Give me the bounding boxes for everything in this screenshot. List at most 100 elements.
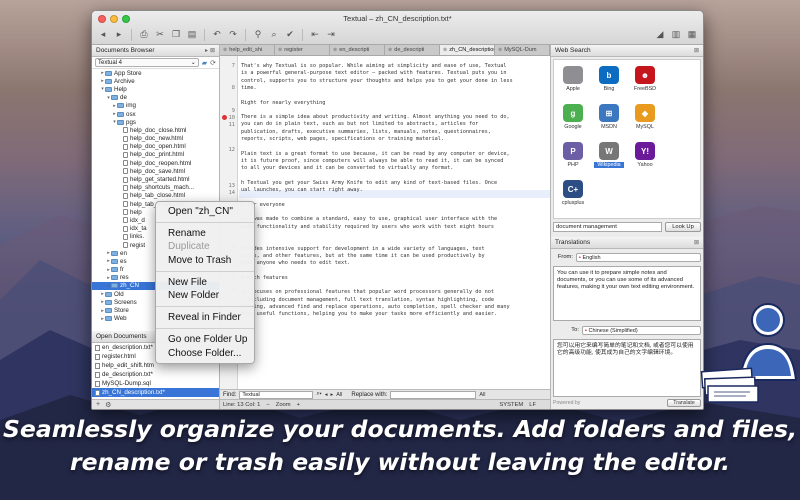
search-engine-google[interactable]: g Google xyxy=(558,104,588,130)
web-search-input[interactable]: document management xyxy=(553,222,662,232)
find-input[interactable]: Textual xyxy=(239,390,314,399)
search-engine-cplusplus[interactable]: C+ cplusplus xyxy=(558,180,588,206)
tree-file[interactable]: help_doc_reopen.html xyxy=(92,159,219,167)
search-engine-php[interactable]: P PHP xyxy=(558,142,588,168)
tree-item-label: osx xyxy=(126,110,136,118)
search-engine-yahoo[interactable]: Y! Yahoo xyxy=(630,142,660,168)
document-tab[interactable]: ⊗ de_descripti xyxy=(385,45,440,55)
close-pane-icon[interactable]: ⊠ xyxy=(694,239,699,246)
replace-input[interactable] xyxy=(390,390,477,399)
translate-button[interactable]: Translate xyxy=(667,398,701,407)
close-tab-icon[interactable]: ⊗ xyxy=(223,47,227,53)
tree-folder[interactable]: ▸ img xyxy=(92,102,219,110)
layout-icon[interactable]: ▥ xyxy=(669,28,683,41)
link-icon[interactable]: ⚲ xyxy=(251,28,265,41)
line-ending-select[interactable]: LF xyxy=(529,402,536,408)
search-engine-freebsd[interactable]: ☻ FreeBSD xyxy=(630,66,660,92)
context-menu-item[interactable]: New File xyxy=(156,276,254,289)
replace-all-button[interactable]: All xyxy=(479,392,485,398)
tree-file[interactable]: help_doc_new.html xyxy=(92,135,219,143)
context-menu-item[interactable]: Reveal in Finder xyxy=(156,311,254,324)
close-tab-icon[interactable]: ⊗ xyxy=(388,47,392,53)
editor-text[interactable]: That's why Textual is so popular. While … xyxy=(241,56,547,389)
search-icon[interactable]: ⌕ xyxy=(267,28,281,41)
translated-text-box[interactable]: 您可以用它来编写简单的笔记和文档, 或者您可以使用它的高级功能, 使其成为自己的… xyxy=(553,339,701,397)
back-icon[interactable]: ◂ xyxy=(96,28,110,41)
close-tab-icon[interactable]: ⊗ xyxy=(278,47,282,53)
context-menu-item[interactable]: Move to Trash xyxy=(156,254,254,267)
to-language-select[interactable]: ▪ Chinese (Simplified) xyxy=(582,325,701,335)
tree-folder[interactable]: ▾ pgs xyxy=(92,118,219,126)
zoom-out-icon[interactable]: − xyxy=(266,402,269,408)
tree-folder[interactable]: ▾ de xyxy=(92,94,219,102)
open-document-item[interactable]: zh_CN_description.txt* xyxy=(92,388,219,397)
copy-icon[interactable]: ❐ xyxy=(169,28,183,41)
checkmark-icon[interactable]: ✔ xyxy=(283,28,297,41)
text-editor[interactable]: 789101112131415161718192021 That's why T… xyxy=(220,56,550,389)
close-tab-icon[interactable]: ⊗ xyxy=(333,47,337,53)
context-menu-item: Duplicate xyxy=(168,241,210,253)
close-pane-icon[interactable]: ⊠ xyxy=(210,47,215,54)
tree-folder[interactable]: ▾ Help xyxy=(92,85,219,93)
undo-icon[interactable]: ↶ xyxy=(210,28,224,41)
code-line: , including document management, full te… xyxy=(241,296,494,303)
find-previous-icon[interactable]: ◂ xyxy=(325,392,328,398)
sidebar-icon[interactable]: ▦ xyxy=(685,28,699,41)
find-options-icon[interactable]: ⌕▾ xyxy=(316,391,321,398)
find-next-icon[interactable]: ▸ xyxy=(331,392,334,398)
context-menu-item[interactable]: Open "zh_CN" xyxy=(156,205,254,218)
collapse-icon[interactable]: ▸ xyxy=(205,47,208,54)
search-engine-apple[interactable]: Apple xyxy=(558,66,588,92)
tree-file[interactable]: help_get_started.html xyxy=(92,175,219,183)
tree-file[interactable]: help_doc_close.html xyxy=(92,126,219,134)
search-engine-mysql[interactable]: ◆ MySQL xyxy=(630,104,660,130)
search-engine-msdn[interactable]: ⊞ MSDN xyxy=(594,104,624,130)
source-text-box[interactable]: You can use it to prepare simple notes a… xyxy=(553,266,701,321)
open-document-item[interactable]: de_description.txt* xyxy=(92,370,219,379)
reload-icon[interactable]: ⟳ xyxy=(210,59,216,67)
context-menu-item[interactable]: New Folder xyxy=(156,289,254,302)
close-tab-icon[interactable]: ⊗ xyxy=(443,47,447,53)
zoom-in-icon[interactable]: + xyxy=(297,402,300,408)
tree-file[interactable]: help_shortcuts_mach... xyxy=(92,184,219,192)
tree-file[interactable]: help_tab_close.html xyxy=(92,192,219,200)
close-pane-icon[interactable]: ⊠ xyxy=(694,47,699,54)
from-language-select[interactable]: ▪ English xyxy=(576,252,701,262)
paste-icon[interactable]: ▤ xyxy=(185,28,199,41)
search-engine-wikipedia[interactable]: W Wikipedia xyxy=(594,142,624,168)
document-tab[interactable]: ⊗ register xyxy=(275,45,330,55)
redo-icon[interactable]: ↷ xyxy=(226,28,240,41)
add-icon[interactable]: + xyxy=(96,401,100,408)
to-label: To: xyxy=(571,327,579,333)
look-up-button[interactable]: Look Up xyxy=(665,222,701,232)
encoding-select[interactable]: SYSTEM xyxy=(499,402,523,408)
volume-select[interactable]: Textual 4 ⌄ xyxy=(95,58,199,67)
tree-folder[interactable]: ▸ App Store xyxy=(92,69,219,77)
cut-icon[interactable]: ✂ xyxy=(153,28,167,41)
shift-right-icon[interactable]: ⇥ xyxy=(324,28,338,41)
folder-icon[interactable]: ▰ xyxy=(202,59,207,67)
bookmark-marker[interactable] xyxy=(222,115,227,120)
document-tab[interactable]: ⊗ zh_CN_description xyxy=(440,45,495,55)
tree-file[interactable]: help_doc_save.html xyxy=(92,167,219,175)
tree-folder[interactable]: ▸ Archive xyxy=(92,77,219,85)
open-document-item[interactable]: MySQL-Dump.sql xyxy=(92,379,219,388)
code-line: folding, advanced find and replace opera… xyxy=(241,303,510,310)
document-tab[interactable]: ⊗ en_descripti xyxy=(330,45,385,55)
context-menu-item[interactable]: Go one Folder Up xyxy=(156,333,254,346)
forward-icon[interactable]: ▸ xyxy=(112,28,126,41)
gear-icon[interactable]: ⚙ xyxy=(105,401,111,409)
context-menu-item[interactable]: Choose Folder... xyxy=(156,347,254,360)
stats-icon[interactable]: ◢ xyxy=(653,28,667,41)
close-tab-icon[interactable]: ⊗ xyxy=(498,47,502,53)
shift-left-icon[interactable]: ⇤ xyxy=(308,28,322,41)
print-icon[interactable]: ⎙ xyxy=(137,28,151,41)
document-tab[interactable]: ⊗ MySQL-Dum xyxy=(495,45,550,55)
context-menu-item[interactable]: Rename xyxy=(156,227,254,240)
search-engine-bing[interactable]: b Bing xyxy=(594,66,624,92)
tree-folder[interactable]: ▸ osx xyxy=(92,110,219,118)
document-tab[interactable]: ⊗ help_edit_shi xyxy=(220,45,275,55)
tree-file[interactable]: help_doc_print.html xyxy=(92,151,219,159)
tree-file[interactable]: help_doc_open.html xyxy=(92,143,219,151)
find-all-button[interactable]: All xyxy=(336,392,342,398)
